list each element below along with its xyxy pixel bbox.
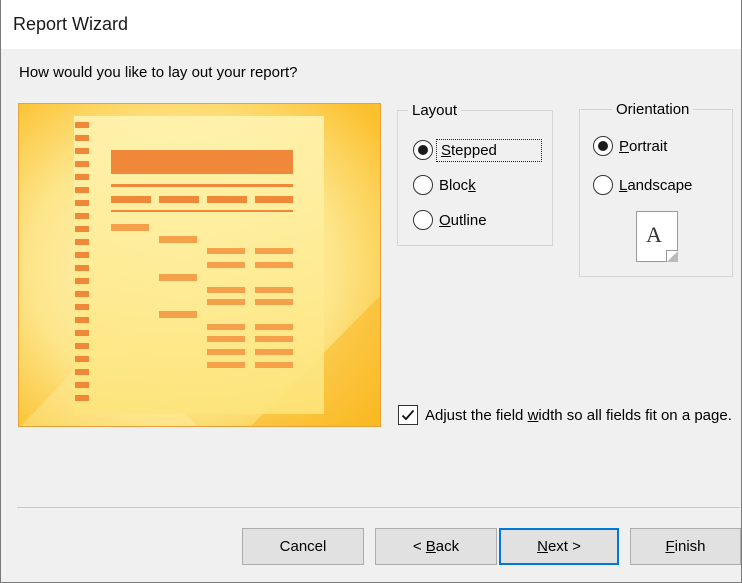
title-bar: Report Wizard bbox=[1, 0, 741, 49]
next-button[interactable]: Next > bbox=[499, 528, 619, 565]
layout-group-legend: Layout bbox=[408, 102, 462, 119]
report-wizard-window: Report Wizard How would you like to lay … bbox=[0, 0, 742, 583]
layout-question: How would you like to lay out your repor… bbox=[19, 64, 298, 81]
radio-stepped-indicator[interactable] bbox=[413, 140, 433, 160]
radio-block-indicator[interactable] bbox=[413, 175, 433, 195]
checkmark-icon bbox=[401, 409, 415, 421]
radio-stepped-label: Stepped bbox=[436, 138, 542, 162]
finish-button-label: Finish bbox=[665, 538, 706, 555]
page-icon-letter: A bbox=[646, 222, 662, 247]
back-button-label: < Back bbox=[412, 538, 460, 555]
radio-outline-label: Outline bbox=[439, 211, 487, 229]
window-title: Report Wizard bbox=[13, 14, 129, 34]
radio-landscape[interactable]: Landscape bbox=[593, 175, 692, 195]
radio-portrait-indicator[interactable] bbox=[593, 136, 613, 156]
radio-outline-indicator[interactable] bbox=[413, 210, 433, 230]
adjust-field-width-option[interactable]: Adjust the field width so all fields fit… bbox=[398, 405, 733, 426]
finish-button[interactable]: Finish bbox=[630, 528, 741, 565]
adjust-field-width-label: Adjust the field width so all fields fit… bbox=[425, 407, 732, 424]
button-divider bbox=[17, 507, 740, 508]
layout-preview-image bbox=[18, 103, 381, 427]
back-button[interactable]: < Back bbox=[375, 528, 497, 565]
portrait-page-icon: A bbox=[636, 211, 678, 262]
radio-outline[interactable]: Outline bbox=[413, 210, 487, 230]
cancel-button[interactable]: Cancel bbox=[242, 528, 364, 565]
radio-stepped[interactable]: Stepped bbox=[413, 138, 542, 162]
page-fold-icon bbox=[666, 250, 678, 262]
radio-landscape-indicator[interactable] bbox=[593, 175, 613, 195]
next-button-label: Next > bbox=[537, 538, 581, 555]
radio-portrait-label: Portrait bbox=[619, 137, 668, 155]
orientation-group-legend: Orientation bbox=[612, 101, 694, 118]
radio-block[interactable]: Block bbox=[413, 175, 476, 195]
radio-block-label: Block bbox=[439, 176, 476, 194]
adjust-field-width-checkbox[interactable] bbox=[398, 405, 418, 425]
radio-portrait[interactable]: Portrait bbox=[593, 136, 667, 156]
cancel-button-label: Cancel bbox=[279, 538, 327, 555]
radio-landscape-label: Landscape bbox=[619, 176, 693, 194]
